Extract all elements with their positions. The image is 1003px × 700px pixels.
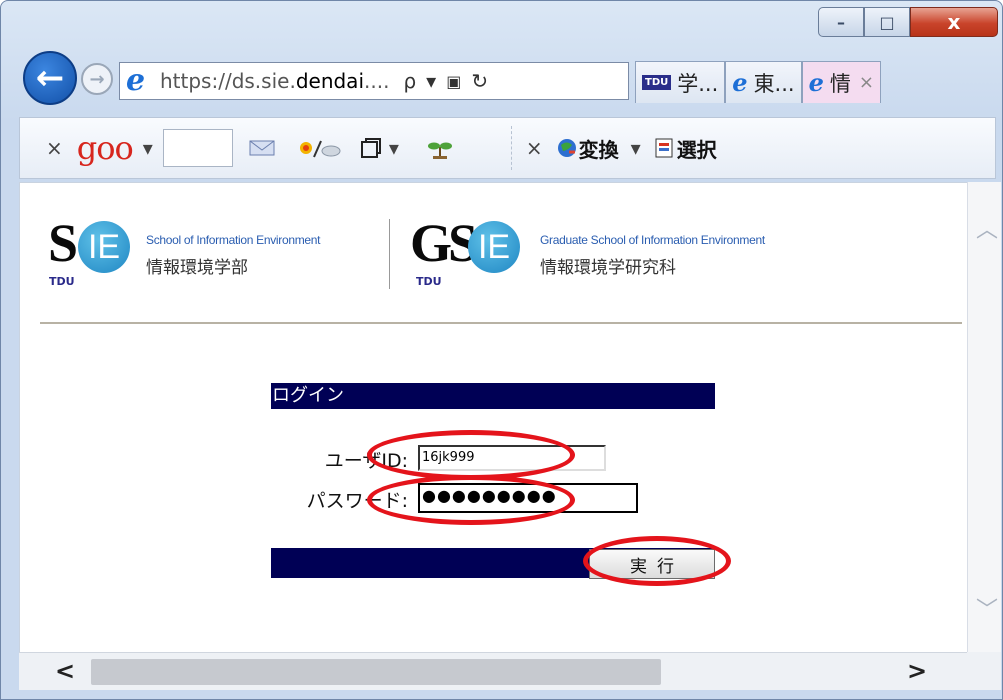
gsie-logo-circle: IE xyxy=(468,221,520,273)
window-icon[interactable] xyxy=(359,136,383,160)
goo-dropdown-icon[interactable]: ▾ xyxy=(143,136,153,160)
close-icon: x xyxy=(947,10,961,34)
tab-close-icon[interactable]: × xyxy=(859,72,874,93)
search-icon[interactable]: ρ xyxy=(403,69,416,93)
goo-search-input[interactable] xyxy=(162,129,233,167)
sprout-icon[interactable] xyxy=(427,136,453,160)
convert-label: 変換 xyxy=(578,137,619,162)
tab-label: 情 xyxy=(829,71,851,96)
ie-icon: e xyxy=(126,63,146,98)
scrollbar-corner xyxy=(967,652,1001,690)
password-label: パスワード: xyxy=(306,490,408,512)
lock-icon[interactable]: ▣ xyxy=(446,72,461,91)
url-text: https://ds.sie.dendai.... xyxy=(160,69,389,93)
gsie-logo-letters: GS xyxy=(410,213,478,273)
browser-window: – □ x ← → e https://ds.sie.dendai.... ρ … xyxy=(0,0,1003,700)
tdu-icon: TDU xyxy=(642,75,672,90)
minimize-icon: – xyxy=(837,12,845,32)
login-header: ログイン xyxy=(271,383,715,409)
weather-icon[interactable] xyxy=(297,135,341,161)
url-scheme: https://ds.sie. xyxy=(160,69,296,93)
close-button[interactable]: x xyxy=(910,7,998,37)
window-dropdown-icon[interactable]: ▾ xyxy=(389,136,399,160)
gsie-logo: GS IE TDU xyxy=(410,213,520,288)
ie-icon: e xyxy=(732,68,748,97)
url-rest: .... xyxy=(364,69,390,93)
select-doc-icon xyxy=(655,138,673,158)
select-button[interactable]: 選択 xyxy=(653,134,717,163)
logo-divider xyxy=(389,219,390,289)
globe-convert-icon xyxy=(557,139,576,157)
address-bar[interactable]: e https://ds.sie.dendai.... ρ ▾ ▣ ↻ xyxy=(119,62,629,100)
dropdown-icon[interactable]: ▾ xyxy=(426,69,436,93)
sie-logo-circle: IE xyxy=(78,221,130,273)
horizontal-scroll-thumb[interactable] xyxy=(91,659,661,685)
caption-buttons: – □ x xyxy=(818,7,998,37)
mail-icon[interactable] xyxy=(249,138,277,158)
toolbar-separator xyxy=(510,126,512,170)
goo-logo[interactable]: goo xyxy=(77,129,134,167)
gsie-japanese-name: 情報環境学研究科 xyxy=(540,258,676,278)
navigation-bar: ← → e https://ds.sie.dendai.... ρ ▾ ▣ ↻ … xyxy=(13,49,1000,107)
forward-arrow-icon: → xyxy=(89,68,105,90)
sie-logo-letter: S xyxy=(48,213,79,273)
tab-1[interactable]: TDU 学... xyxy=(635,61,726,103)
maximize-button[interactable]: □ xyxy=(864,7,910,37)
tab-label: 学... xyxy=(677,71,719,96)
select-label: 選択 xyxy=(676,137,717,162)
sie-japanese-name: 情報環境学部 xyxy=(146,258,248,278)
address-tools: ρ ▾ ▣ ↻ xyxy=(403,69,488,93)
sie-logo: S IE TDU xyxy=(48,213,138,288)
scroll-down-icon[interactable]: ﹀ xyxy=(976,592,998,624)
tab-2[interactable]: e 東... xyxy=(725,61,802,103)
horizontal-scrollbar[interactable]: < > xyxy=(19,652,967,690)
back-arrow-icon: ← xyxy=(35,58,65,98)
back-button[interactable]: ← xyxy=(23,51,77,105)
header-divider xyxy=(40,322,962,324)
convert-dropdown-icon[interactable]: ▾ xyxy=(631,136,641,160)
tab-strip: TDU 学... e 東... e 情 × xyxy=(635,61,881,103)
sie-english-name: School of Information Environment xyxy=(146,233,321,247)
vertical-scrollbar[interactable]: ︿ ﹀ xyxy=(967,182,1001,652)
tdu-mark: TDU xyxy=(49,275,75,288)
refresh-icon[interactable]: ↻ xyxy=(471,69,488,93)
submit-button[interactable]: 実行 xyxy=(589,549,715,579)
toolbar-close-icon-2[interactable]: × xyxy=(526,136,543,160)
scroll-left-icon[interactable]: < xyxy=(55,657,75,685)
tab-3-active[interactable]: e 情 × xyxy=(801,61,881,103)
minimize-button[interactable]: – xyxy=(818,7,864,37)
page-content: S IE TDU School of Information Environme… xyxy=(19,182,967,652)
maximize-icon: □ xyxy=(879,12,895,32)
gsie-english-name: Graduate School of Information Environme… xyxy=(540,233,765,247)
scroll-up-icon[interactable]: ︿ xyxy=(976,212,998,244)
scroll-right-icon[interactable]: > xyxy=(907,657,927,685)
user-id-label: ユーザID: xyxy=(324,450,408,472)
toolbar-close-icon[interactable]: × xyxy=(46,136,63,160)
url-domain: dendai xyxy=(295,69,364,93)
user-id-input[interactable]: 16jk999 xyxy=(418,445,606,471)
tdu-mark: TDU xyxy=(416,275,442,288)
forward-button[interactable]: → xyxy=(81,63,113,95)
toolbar: × goo ▾ ▾ × 変換 ▾ 選択 xyxy=(19,117,996,179)
ie-icon: e xyxy=(808,68,824,97)
convert-button[interactable]: 変換 xyxy=(555,134,619,163)
password-input[interactable]: ●●●●●●●●● xyxy=(418,483,638,513)
tab-label: 東... xyxy=(753,71,795,96)
